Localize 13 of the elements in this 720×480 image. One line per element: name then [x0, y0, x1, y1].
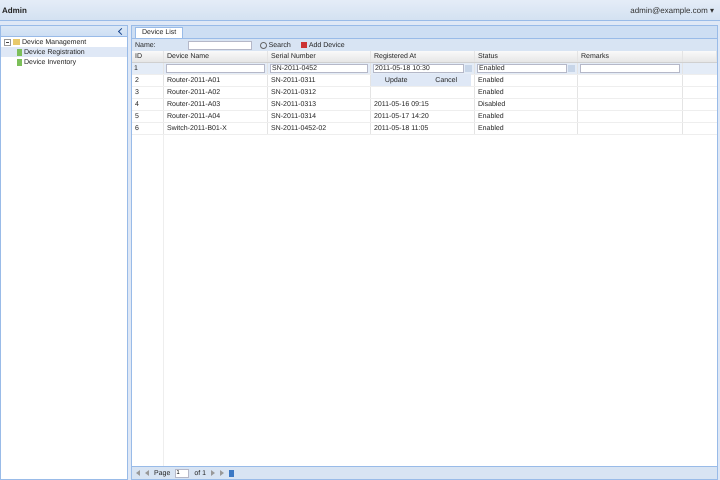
name-field[interactable]	[166, 64, 265, 73]
last-page-icon[interactable]	[220, 470, 224, 476]
next-page-icon[interactable]	[211, 470, 216, 476]
app-title: Admin	[2, 6, 27, 14]
toggle-icon[interactable]	[4, 38, 11, 46]
folder-icon	[13, 39, 20, 45]
remarks-field[interactable]	[580, 64, 680, 73]
user-menu[interactable]: admin@example.com ▾	[630, 6, 714, 14]
previous-page-icon[interactable]	[145, 470, 149, 476]
first-page-icon[interactable]	[136, 470, 140, 476]
search-icon	[260, 42, 267, 48]
add-icon	[300, 42, 307, 48]
search-field[interactable]	[188, 40, 252, 50]
